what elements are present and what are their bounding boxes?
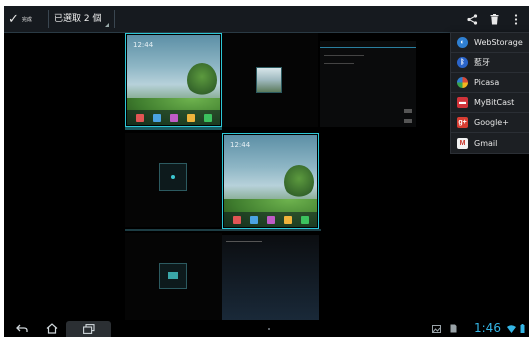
tree-shape [284, 165, 314, 199]
share-menu-item-bluetooth[interactable]: ᛒ 藍牙 [451, 53, 529, 73]
thumbnail-photo[interactable] [222, 33, 318, 127]
app-dock [127, 110, 220, 125]
thumbnail-settings[interactable] [320, 41, 416, 127]
overflow-menu-icon[interactable] [506, 6, 526, 32]
share-menu-label: WebStorage [474, 38, 523, 47]
mybitcast-icon: ▬ [457, 97, 468, 108]
share-menu-label: 藍牙 [474, 58, 490, 67]
share-menu-item-webstorage[interactable]: ◐ WebStorage [451, 33, 529, 53]
share-menu-label: Google+ [474, 118, 509, 127]
gallery-notification-icon[interactable] [430, 320, 442, 337]
trash-icon[interactable] [484, 6, 504, 32]
action-bar-divider [48, 10, 49, 28]
thumbnail-homescreen-selected[interactable]: 12:44 [125, 33, 222, 127]
share-menu-label: MyBitCast [474, 98, 515, 107]
thumbnail-clock: 12:44 [133, 41, 154, 49]
settings-toggle [404, 109, 412, 113]
menu-dot-icon[interactable] [262, 320, 276, 337]
homescreen-image: 12:44 [224, 135, 317, 227]
thumbnail-widget[interactable] [125, 133, 222, 227]
picasa-icon [457, 77, 468, 88]
share-menu-label: Picasa [474, 78, 500, 87]
selection-strip [125, 127, 222, 130]
dark-screen-line [226, 241, 262, 242]
action-bar-divider-2 [114, 10, 115, 28]
settings-line [324, 63, 354, 64]
gmail-icon: M [457, 137, 468, 149]
thumbnail-dark-screen[interactable] [222, 235, 319, 323]
share-menu-item-gmail[interactable]: M Gmail [451, 133, 529, 153]
share-menu-item-picasa[interactable]: Picasa [451, 73, 529, 93]
widget-preview [159, 163, 187, 191]
recent-apps-icon[interactable] [78, 320, 100, 337]
google-plus-icon: g+ [457, 117, 468, 128]
settings-toggle [404, 119, 412, 123]
dropdown-indicator-icon [105, 23, 110, 27]
share-menu: ◐ WebStorage ᛒ 藍牙 Picasa ▬ MyBitCast g+ … [450, 32, 529, 154]
settings-line [324, 55, 364, 56]
action-bar: ✓ 完成 已選取 2 個 [4, 6, 529, 33]
share-menu-item-mybitcast[interactable]: ▬ MyBitCast [451, 93, 529, 113]
share-menu-label: Gmail [474, 138, 498, 148]
app-dock [224, 212, 317, 227]
done-button[interactable]: ✓ 完成 [8, 6, 44, 32]
webstorage-icon: ◐ [457, 37, 468, 48]
row-divider [125, 229, 321, 231]
photo-preview [256, 67, 282, 93]
battery-icon [518, 320, 526, 337]
photo-preview [159, 263, 187, 289]
device-screen: ✓ 完成 已選取 2 個 12:44 12:44 ◐ WebStorage ᛒ … [4, 6, 529, 337]
homescreen-image: 12:44 [127, 35, 220, 125]
selection-count-dropdown[interactable]: 已選取 2 個 [54, 6, 111, 32]
done-label: 完成 [21, 16, 32, 23]
home-icon[interactable] [42, 320, 62, 337]
back-icon[interactable] [12, 320, 32, 337]
system-bar: 1:46 [4, 320, 529, 337]
thumbnail-homescreen-selected-2[interactable]: 12:44 [222, 133, 319, 229]
bluetooth-icon: ᛒ [457, 57, 468, 68]
share-menu-item-google-plus[interactable]: g+ Google+ [451, 113, 529, 133]
status-clock: 1:46 [474, 321, 501, 335]
wifi-icon [506, 320, 516, 337]
thumbnail-photo-2[interactable] [125, 233, 222, 323]
share-icon[interactable] [462, 6, 482, 32]
selection-count-label: 已選取 2 個 [54, 14, 102, 24]
thumbnail-clock: 12:44 [230, 141, 251, 149]
settings-header [320, 41, 416, 48]
tree-shape [187, 63, 217, 97]
checkmark-icon: ✓ [8, 11, 19, 26]
sd-card-icon [447, 320, 459, 337]
